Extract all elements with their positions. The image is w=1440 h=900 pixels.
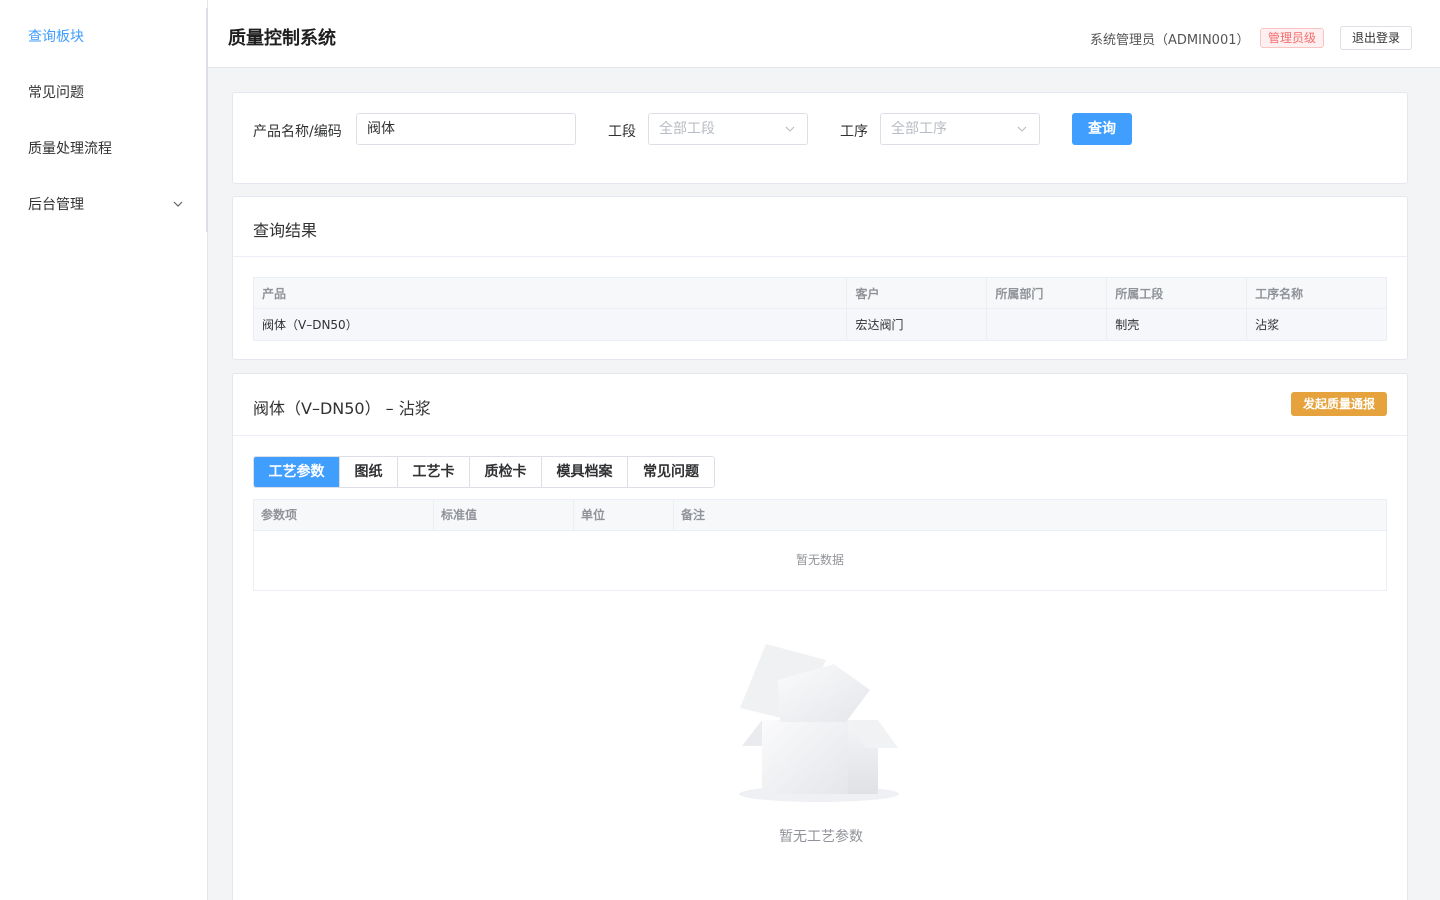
page-title: 质量控制系统 [228, 28, 336, 49]
tab-drawings[interactable]: 图纸 [340, 457, 398, 487]
detail-title: 阀体（V–DN50） – 沾浆 [253, 399, 431, 418]
column-header: 产品 [252, 277, 848, 309]
table-cell: 沾浆 [1246, 308, 1387, 341]
param-table: 参数项 标准值 单位 备注 暂无数据 [253, 499, 1387, 591]
results-title: 查询结果 [253, 221, 318, 240]
detail-header: 阀体（V–DN50） – 沾浆 发起质量通报 [233, 374, 1407, 436]
product-label: 产品名称/编码 [253, 124, 342, 140]
sidebar-item-label: 查询板块 [28, 29, 84, 45]
tab-mold-archive[interactable]: 模具档案 [542, 457, 628, 487]
sidebar-item-query[interactable]: 查询板块 [0, 8, 206, 64]
detail-card: 阀体（V–DN50） – 沾浆 发起质量通报 工艺参数 图纸 工艺卡 质检卡 模… [232, 373, 1408, 900]
sidebar-item-admin[interactable]: 后台管理 [0, 176, 206, 232]
chevron-down-icon [1017, 126, 1027, 132]
table-cell: 阀体（V–DN50） [252, 308, 848, 341]
chevron-down-icon [785, 126, 795, 132]
current-user: 系统管理员（ADMIN001） [1090, 33, 1250, 48]
column-header: 单位 [574, 500, 674, 530]
section-select[interactable]: 全部工段 [648, 113, 808, 145]
chevron-down-icon [173, 201, 183, 207]
column-header: 标准值 [434, 500, 574, 530]
table-row[interactable]: 阀体（V–DN50） 宏达阀门 制壳 沾浆 [252, 308, 1387, 341]
process-select[interactable]: 全部工序 [880, 113, 1040, 145]
section-select-value: 全部工段 [659, 121, 715, 137]
results-card: 查询结果 产品 客户 所属部门 所属工段 工序名称 阀体（V–DN50） 宏达阀… [232, 196, 1408, 360]
column-header: 所属工段 [1106, 277, 1248, 309]
results-table: 产品 客户 所属部门 所属工段 工序名称 阀体（V–DN50） 宏达阀门 制壳 … [252, 277, 1387, 341]
column-header: 工序名称 [1246, 277, 1387, 309]
process-label: 工序 [840, 124, 868, 140]
column-header: 所属部门 [986, 277, 1108, 309]
sidebar-item-label: 常见问题 [28, 85, 84, 101]
param-table-header: 参数项 标准值 单位 备注 [254, 500, 1386, 531]
table-empty-text: 暂无数据 [795, 553, 844, 567]
detail-tabs: 工艺参数 图纸 工艺卡 质检卡 模具档案 常见问题 [253, 456, 715, 488]
query-card: 产品名称/编码 阀体 工段 全部工段 工序 全部工序 查询 [232, 92, 1408, 184]
sidebar: 查询板块 常见问题 质量处理流程 后台管理 [0, 0, 208, 900]
tab-process-card[interactable]: 工艺卡 [398, 457, 470, 487]
results-table-wrap: 产品 客户 所属部门 所属工段 工序名称 阀体（V–DN50） 宏达阀门 制壳 … [252, 277, 1387, 341]
header: 质量控制系统 系统管理员（ADMIN001） 管理员级 退出登录 [208, 0, 1440, 68]
table-cell: 制壳 [1106, 308, 1248, 341]
column-header: 备注 [681, 508, 706, 522]
tab-inspection-card[interactable]: 质检卡 [470, 457, 542, 487]
column-header: 参数项 [254, 500, 434, 530]
logout-button[interactable]: 退出登录 [1340, 26, 1412, 50]
tab-faq[interactable]: 常见问题 [628, 457, 714, 487]
table-cell [986, 308, 1108, 341]
empty-state-text: 暂无工艺参数 [779, 829, 863, 845]
sidebar-item-faq[interactable]: 常见问题 [0, 64, 206, 120]
empty-box-icon [739, 644, 899, 802]
sidebar-item-label: 后台管理 [28, 197, 84, 213]
process-select-value: 全部工序 [891, 121, 947, 137]
sidebar-item-quality-process[interactable]: 质量处理流程 [0, 120, 206, 176]
query-button[interactable]: 查询 [1072, 113, 1132, 145]
column-header: 客户 [846, 277, 988, 309]
sidebar-item-label: 质量处理流程 [28, 141, 112, 157]
quality-notify-button[interactable]: 发起质量通报 [1291, 392, 1387, 416]
table-cell: 宏达阀门 [846, 308, 988, 341]
role-badge: 管理员级 [1260, 28, 1325, 48]
section-label: 工段 [608, 124, 636, 140]
results-header: 查询结果 [233, 197, 1407, 257]
tab-process-params[interactable]: 工艺参数 [254, 457, 340, 487]
product-input[interactable]: 阀体 [356, 113, 576, 145]
